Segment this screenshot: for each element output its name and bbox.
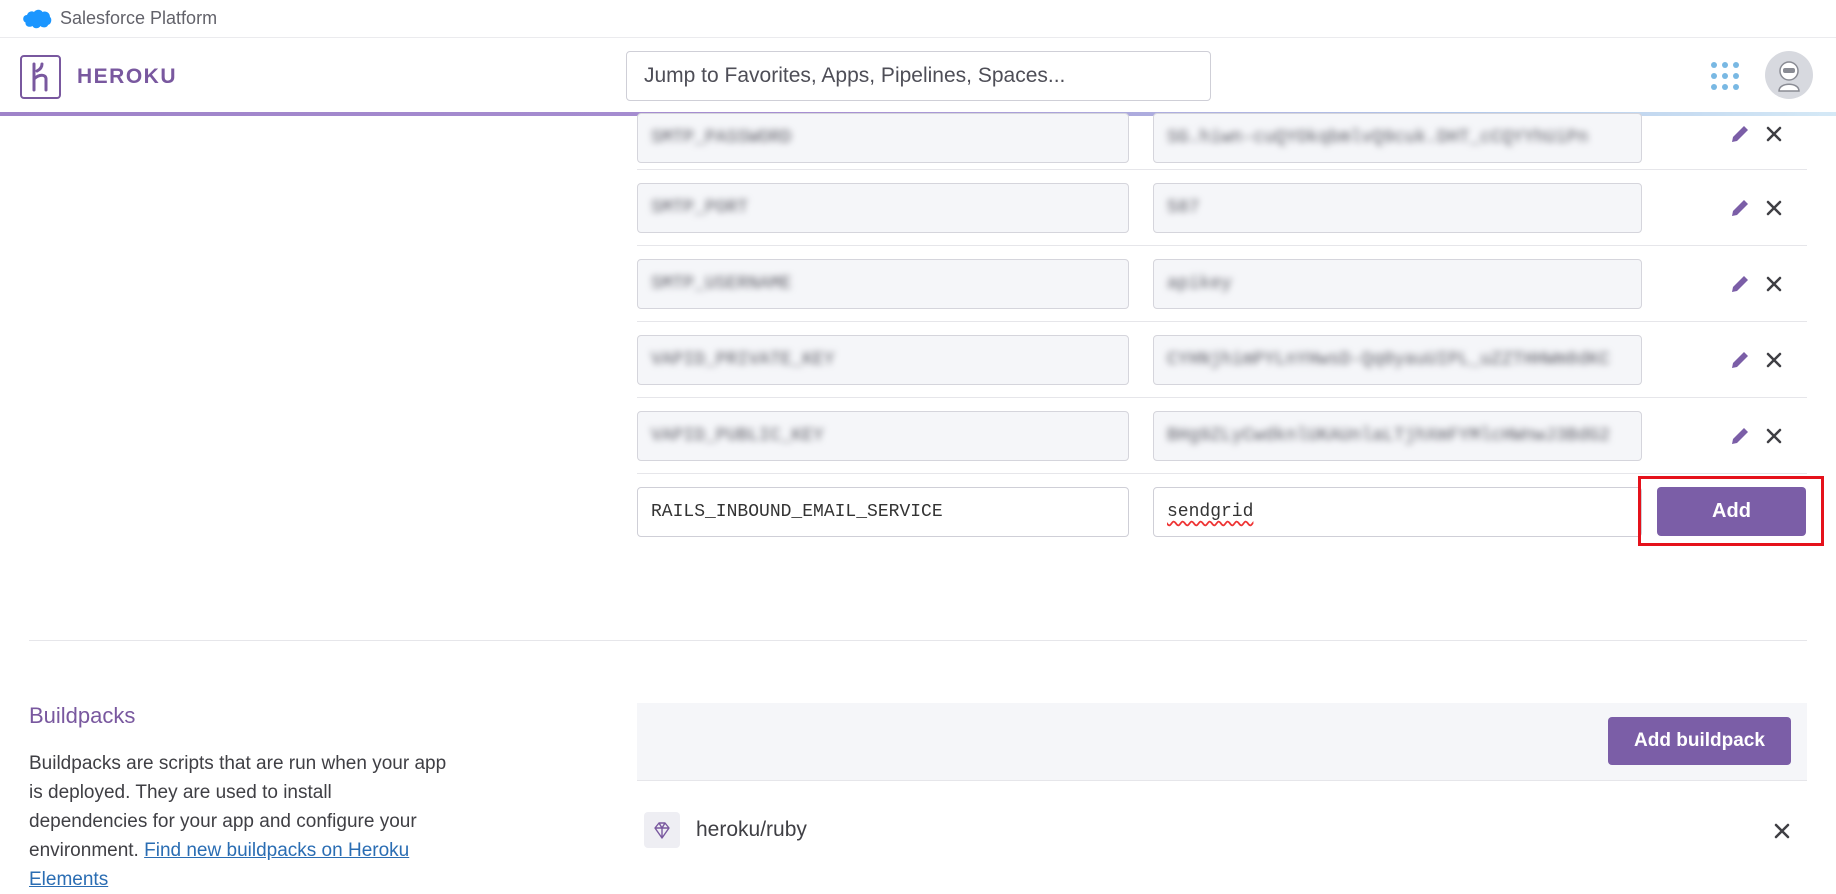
config-key-field[interactable]: SMTP_PORT bbox=[637, 183, 1129, 233]
config-var-row: SMTP_PORT 587 bbox=[637, 170, 1807, 246]
apps-grid-icon[interactable] bbox=[1711, 62, 1739, 90]
config-key-field[interactable]: SMTP_PASSWORD bbox=[637, 113, 1129, 163]
platform-label: Salesforce Platform bbox=[60, 8, 218, 28]
close-icon[interactable] bbox=[1761, 121, 1787, 147]
config-key-field[interactable]: VAPID_PUBLIC_KEY bbox=[637, 411, 1129, 461]
row-actions bbox=[1727, 271, 1787, 297]
config-var-row: VAPID_PUBLIC_KEY BHg9ZLyCwdknlUKAUnlaLTj… bbox=[637, 398, 1807, 474]
close-icon[interactable] bbox=[1761, 423, 1787, 449]
ruby-icon bbox=[644, 812, 680, 848]
salesforce-platform-bar: Salesforce Platform bbox=[0, 0, 1836, 38]
salesforce-cloud-icon bbox=[23, 9, 52, 28]
row-actions bbox=[1727, 195, 1787, 221]
close-icon[interactable] bbox=[1769, 818, 1795, 844]
buildpacks-description: Buildpacks are scripts that are run when… bbox=[29, 753, 447, 890]
row-actions bbox=[1727, 423, 1787, 449]
user-avatar-icon[interactable] bbox=[1765, 51, 1813, 99]
add-buildpack-button[interactable]: Add buildpack bbox=[1608, 717, 1791, 765]
new-config-key-input[interactable]: RAILS_INBOUND_EMAIL_SERVICE bbox=[637, 487, 1129, 537]
pencil-icon[interactable] bbox=[1727, 195, 1753, 221]
close-icon[interactable] bbox=[1761, 271, 1787, 297]
pencil-icon[interactable] bbox=[1727, 121, 1753, 147]
pencil-icon[interactable] bbox=[1727, 271, 1753, 297]
heroku-logo-icon bbox=[20, 55, 61, 99]
config-var-row: SMTP_USERNAME apikey bbox=[637, 246, 1807, 322]
close-icon[interactable] bbox=[1761, 195, 1787, 221]
config-value-field[interactable]: CYHNjhimPYLnYHwsD-Qq0yauUIPL_uZZTHHWm8dK… bbox=[1153, 335, 1642, 385]
row-actions bbox=[1727, 347, 1787, 373]
config-var-row: SMTP_PASSWORD SG.hiwn-cuQYOkqbmlvQ9cuk.D… bbox=[637, 94, 1807, 170]
buildpack-name: heroku/ruby bbox=[696, 818, 807, 841]
config-value-field[interactable]: BHg9ZLyCwdknlUKAUnlaLTjhXmFYMlcHWnwJ3BdG… bbox=[1153, 411, 1642, 461]
close-icon[interactable] bbox=[1761, 347, 1787, 373]
new-config-value-input[interactable]: sendgrid bbox=[1153, 487, 1642, 537]
heroku-logo[interactable]: HEROKU bbox=[20, 55, 177, 99]
pencil-icon[interactable] bbox=[1727, 347, 1753, 373]
config-key-field[interactable]: VAPID_PRIVATE_KEY bbox=[637, 335, 1129, 385]
config-value-field[interactable]: SG.hiwn-cuQYOkqbmlvQ9cuk.DHT_cCQYYhUiPn bbox=[1153, 113, 1642, 163]
config-key-field[interactable]: SMTP_USERNAME bbox=[637, 259, 1129, 309]
brand-name: HEROKU bbox=[77, 65, 178, 88]
config-value-field[interactable]: 587 bbox=[1153, 183, 1642, 233]
row-actions bbox=[1727, 121, 1787, 147]
add-config-var-button[interactable]: Add bbox=[1657, 487, 1806, 536]
buildpack-item: heroku/ruby bbox=[637, 800, 1807, 860]
buildpacks-title: Buildpacks bbox=[29, 703, 136, 728]
config-var-row: VAPID_PRIVATE_KEY CYHNjhimPYLnYHwsD-Qq0y… bbox=[637, 322, 1807, 398]
config-value-field[interactable]: apikey bbox=[1153, 259, 1642, 309]
pencil-icon[interactable] bbox=[1727, 423, 1753, 449]
section-divider bbox=[29, 640, 1807, 641]
